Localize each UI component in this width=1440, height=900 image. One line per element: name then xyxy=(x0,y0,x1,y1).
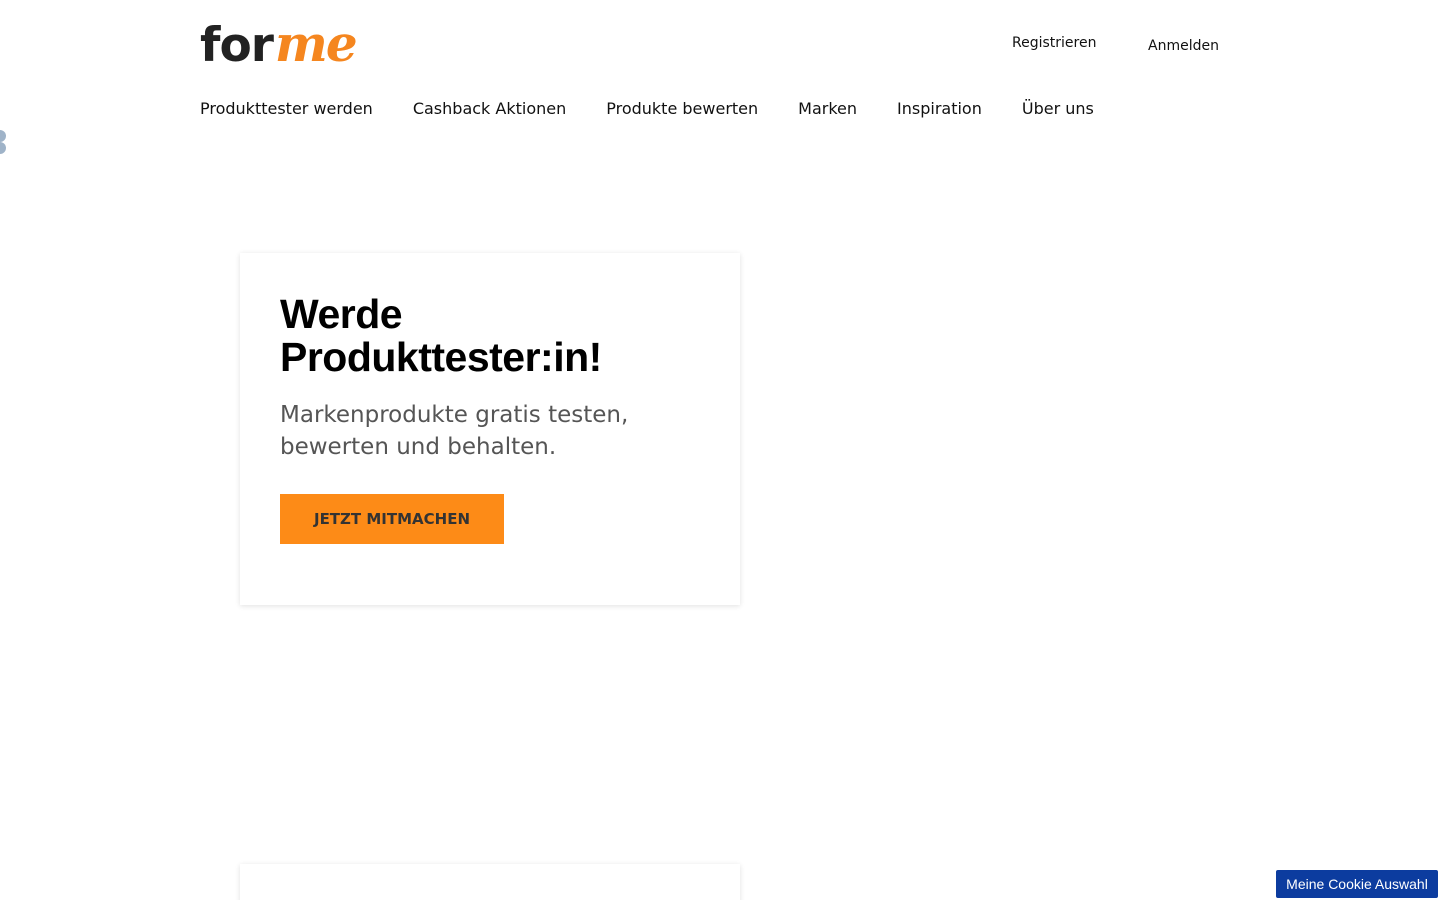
nav-item-cashback-aktionen[interactable]: Cashback Aktionen xyxy=(413,99,566,118)
logo-text-for: for xyxy=(200,18,274,73)
forme-logo[interactable]: for me xyxy=(200,14,358,73)
nav-item-produkttester-werden[interactable]: Produkttester werden xyxy=(200,99,373,118)
slider-dot[interactable] xyxy=(0,130,6,142)
hero-title: Werde Produkttester:in! xyxy=(280,291,602,380)
hero-card: Werde Produkttester:in! Markenprodukte g… xyxy=(240,253,740,605)
nav-item-inspiration[interactable]: Inspiration xyxy=(897,99,982,118)
secondary-card xyxy=(240,864,740,900)
nav-item-produkte-bewerten[interactable]: Produkte bewerten xyxy=(606,99,758,118)
nav-item-ueber-uns[interactable]: Über uns xyxy=(1022,99,1094,118)
page: for me Registrieren Anmelden Produkttest… xyxy=(0,0,1440,900)
register-link[interactable]: Registrieren xyxy=(1012,35,1096,51)
nav-item-marken[interactable]: Marken xyxy=(798,99,857,118)
side-slider-dots[interactable] xyxy=(0,130,12,154)
join-now-button[interactable]: JETZT MITMACHEN xyxy=(280,494,504,544)
login-link[interactable]: Anmelden xyxy=(1148,38,1219,54)
logo-text-me: me xyxy=(274,14,358,73)
cookie-settings-button[interactable]: Meine Cookie Auswahl xyxy=(1276,870,1438,898)
main-navigation: Produkttester werden Cashback Aktionen P… xyxy=(200,99,1094,118)
hero-subtitle: Markenprodukte gratis testen, bewerten u… xyxy=(280,402,629,460)
slider-dot[interactable] xyxy=(0,142,6,154)
